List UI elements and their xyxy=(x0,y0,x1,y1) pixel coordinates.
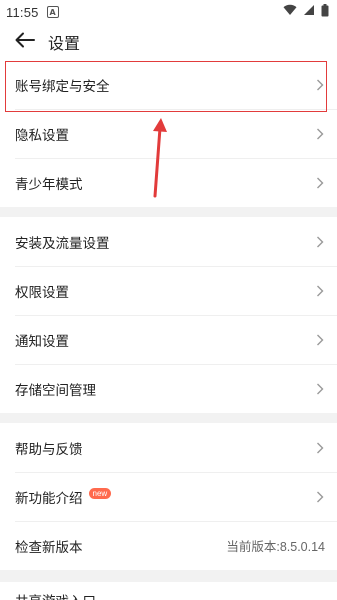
status-time: 11:55 xyxy=(6,4,39,20)
arrow-left-icon xyxy=(15,32,35,52)
settings-item-teen-mode[interactable]: 青少年模式 xyxy=(0,158,337,207)
settings-item-label: 帮助与反馈 xyxy=(15,441,83,458)
chevron-right-icon xyxy=(315,334,325,346)
page-title: 设置 xyxy=(48,34,81,53)
app-bar: 设置 xyxy=(0,24,337,60)
chevron-right-icon xyxy=(315,79,325,91)
settings-item-label: 安装及流量设置 xyxy=(15,235,110,252)
back-button[interactable] xyxy=(0,24,44,60)
chevron-right-icon xyxy=(315,236,325,248)
signal-icon xyxy=(303,4,315,20)
settings-item-permissions[interactable]: 权限设置 xyxy=(0,266,337,315)
settings-item-check-update[interactable]: 检查新版本 当前版本:8.5.0.14 xyxy=(0,521,337,570)
settings-item-label: 账号绑定与安全 xyxy=(15,78,110,95)
chevron-right-icon xyxy=(315,442,325,454)
settings-item-help-feedback[interactable]: 帮助与反馈 xyxy=(0,423,337,472)
status-icons xyxy=(283,3,329,21)
settings-item-notifications[interactable]: 通知设置 xyxy=(0,315,337,364)
wifi-icon xyxy=(283,4,297,20)
a-icon: A xyxy=(46,6,59,18)
settings-item-label: 隐私设置 xyxy=(15,127,69,144)
settings-group-system: 安装及流量设置 权限设置 通知设置 存储空间管理 xyxy=(0,217,337,413)
settings-item-label: 通知设置 xyxy=(15,333,69,350)
chevron-right-icon xyxy=(315,128,325,140)
status-bar: 11:55 A xyxy=(0,0,337,24)
new-badge: new xyxy=(88,488,112,499)
settings-list: 账号绑定与安全 隐私设置 青少年模式 安装及流量设置 权限设置 通知设置 存储空… xyxy=(0,60,337,570)
settings-item-label: 共享游戏入口 xyxy=(15,590,96,600)
settings-item-new-features[interactable]: 新功能介绍 new xyxy=(0,472,337,521)
settings-item-storage[interactable]: 存储空间管理 xyxy=(0,364,337,413)
settings-group-about: 帮助与反馈 新功能介绍 new 检查新版本 当前版本:8.5.0.14 xyxy=(0,423,337,570)
settings-item-label: 检查新版本 xyxy=(15,539,83,556)
chevron-right-icon xyxy=(315,177,325,189)
settings-item-account-security[interactable]: 账号绑定与安全 xyxy=(0,60,337,109)
settings-item-label: 权限设置 xyxy=(15,284,69,301)
settings-item-label: 青少年模式 xyxy=(15,176,83,193)
settings-item-privacy[interactable]: 隐私设置 xyxy=(0,109,337,158)
settings-item-install-traffic[interactable]: 安装及流量设置 xyxy=(0,217,337,266)
settings-item-label: 新功能介绍 xyxy=(15,490,83,507)
chevron-right-icon xyxy=(315,491,325,503)
settings-item-partial[interactable]: 共享游戏入口 xyxy=(0,582,337,600)
chevron-right-icon xyxy=(315,383,325,395)
settings-group-account: 账号绑定与安全 隐私设置 青少年模式 xyxy=(0,60,337,207)
chevron-right-icon xyxy=(315,285,325,297)
settings-item-label: 存储空间管理 xyxy=(15,382,96,399)
current-version: 当前版本:8.5.0.14 xyxy=(226,540,325,554)
battery-icon xyxy=(321,3,329,21)
